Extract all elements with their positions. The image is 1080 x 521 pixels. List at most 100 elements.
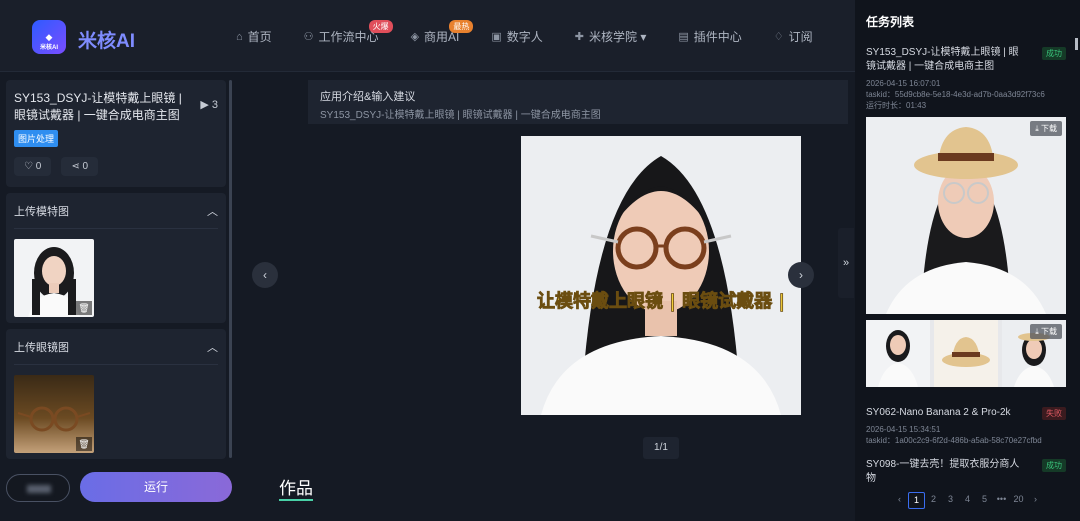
subscribe-icon: ♢ (773, 31, 784, 43)
nav-label: 数字人 (506, 30, 543, 44)
works-tab-underline (279, 499, 313, 501)
result-preview[interactable]: 让模特戴上眼镜 | 眼镜试戴器 | (521, 136, 801, 415)
nav-label: 米核学院 ▾ (589, 30, 647, 44)
app-intro-box: 应用介绍&输入建议 SY153_DSYJ-让模特戴上眼镜 | 眼镜试戴器 | 一… (308, 80, 848, 124)
task-id: taskid：55d9cb8e-5e18-4e3d-ad7b-0aa3d92f7… (866, 90, 1045, 99)
section-header[interactable]: 上传眼镜图 ︿ (14, 339, 218, 365)
preview-pager: 1/1 (643, 437, 679, 459)
hot-badge: 火爆 (368, 20, 393, 33)
download-icon: ⤓ (1035, 124, 1039, 133)
left-panel-scrollbar[interactable] (229, 80, 232, 458)
social-actions: ♡ 0 ⋖ 0 (14, 157, 218, 176)
logo-mark-icon: ◆ (45, 31, 53, 42)
academy-icon: ✚ (574, 31, 585, 43)
result-photo-hat (866, 117, 1066, 314)
top-bar: ◆ 米核AI 米核AI ⌂ 首页 ⚇ 工作流中心 火爆 ◈ 商用AI 最热 ▣ 数字人 ✚ 米… (0, 0, 855, 72)
glasses-upload-section: 上传眼镜图 ︿ 🗑 (6, 329, 226, 459)
run-count[interactable]: ▶ 3 (200, 98, 218, 111)
nav-commercial-ai[interactable]: ◈ 商用AI 最热 (410, 20, 474, 45)
chevron-up-icon: ︿ (207, 206, 218, 218)
workflow-title: SY153_DSYJ-让模特戴上眼镜 | 眼镜试戴器 | 一键合成电商主图 (14, 91, 182, 122)
main-nav: ⌂ 首页 ⚇ 工作流中心 火爆 ◈ 商用AI 最热 ▣ 数字人 ✚ 米核学院 ▾ ▤ 插件中心 … (236, 20, 845, 45)
nav-academy[interactable]: ✚ 米核学院 ▾ (575, 28, 647, 45)
delete-icon[interactable]: 🗑 (76, 437, 92, 451)
like-button[interactable]: ♡ 0 (14, 157, 52, 176)
intro-heading: 应用介绍&输入建议 (320, 91, 416, 103)
share-count: 0 (82, 161, 89, 172)
category-tag[interactable]: 图片处理 (14, 130, 59, 147)
run-count-value: 3 (211, 99, 218, 111)
task-result-strip[interactable]: ⤓ 下载 (866, 320, 1066, 387)
download-icon: ⤓ (1035, 327, 1039, 336)
section-title: 上传眼镜图 (14, 342, 69, 354)
logo-subtext: 米核AI (39, 45, 58, 51)
status-badge: 失败 (1042, 407, 1066, 420)
task-time: 2026-04-15 15:34:51 (866, 425, 941, 434)
page-next-icon[interactable]: › (1027, 492, 1044, 509)
chevron-up-icon: ︿ (207, 342, 218, 354)
commercial-icon: ◈ (410, 31, 420, 43)
task-item[interactable]: SY098-一键去壳！提取衣服分商人物 成功 (866, 458, 1066, 486)
preview-photo: 让模特戴上眼镜 | 眼镜试戴器 | (521, 136, 801, 415)
status-badge: 成功 (1042, 459, 1066, 472)
task-pagination: ‹ 1 2 3 4 5 ••• 20 › (891, 492, 1044, 509)
status-badge: 成功 (1042, 47, 1066, 60)
task-id: taskid：1a00c2c9-6f2d-486b-a5ab-58c70e27c… (866, 436, 1042, 445)
task-list-panel: 任务列表 SY153_DSYJ-让模特戴上眼镜 | 眼镜试戴器 | 一键合成电商… (855, 0, 1080, 521)
nav-digital-human[interactable]: ▣ 数字人 (491, 28, 542, 45)
workflow-header-card: SY153_DSYJ-让模特戴上眼镜 | 眼镜试戴器 | 一键合成电商主图 ▶ … (6, 80, 226, 187)
page-4[interactable]: 4 (959, 492, 976, 509)
workflow-icon: ⚇ (303, 31, 314, 43)
task-name: SY062-Nano Banana 2 & Pro-2k (866, 407, 1011, 418)
page-5[interactable]: 5 (976, 492, 993, 509)
task-result-image[interactable]: ⤓ 下载 (866, 117, 1066, 314)
delete-icon[interactable]: 🗑 (76, 301, 92, 315)
section-title: 上传模特图 (14, 206, 69, 218)
section-header[interactable]: 上传模特图 ︿ (14, 203, 218, 229)
page-ellipsis[interactable]: ••• (993, 492, 1010, 509)
task-name: SY098-一键去壳！提取衣服分商人物 (866, 459, 1020, 484)
task-time: 2026-04-15 16:07:01 (866, 79, 941, 88)
task-list-scrollbar[interactable] (1075, 38, 1078, 50)
task-name: SY153_DSYJ-让模特戴上眼镜 | 眼镜试戴器 | 一键合成电商主图 (866, 47, 1019, 72)
download-label: 下载 (1041, 327, 1057, 336)
works-tab[interactable]: 作品 (279, 474, 313, 499)
share-icon: ⋖ (71, 161, 80, 172)
page-20[interactable]: 20 (1010, 492, 1027, 509)
play-icon: ▶ (200, 99, 209, 111)
nav-workflow-center[interactable]: ⚇ 工作流中心 火爆 (303, 20, 393, 45)
app-logo[interactable]: ◆ 米核AI (32, 20, 66, 54)
account-pill-button[interactable] (6, 474, 70, 502)
brand-name[interactable]: 米核AI (78, 26, 135, 53)
nav-home[interactable]: ⌂ 首页 (236, 28, 272, 45)
prev-arrow-icon[interactable]: ‹ (252, 262, 278, 288)
download-button[interactable]: ⤓ 下载 (1030, 324, 1062, 339)
page-3[interactable]: 3 (942, 492, 959, 509)
preview-overlay-text: 让模特戴上眼镜 | 眼镜试戴器 | (537, 290, 785, 312)
nav-subscribe[interactable]: ♢ 订阅 (774, 28, 813, 45)
download-button[interactable]: ⤓ 下载 (1030, 121, 1062, 136)
home-icon: ⌂ (236, 30, 243, 43)
next-arrow-icon[interactable]: › (788, 262, 814, 288)
nav-plugin-center[interactable]: ▤ 插件中心 (678, 28, 741, 45)
nav-label: 订阅 (788, 30, 813, 44)
glasses-image-thumb[interactable]: 🗑 (14, 375, 94, 453)
nav-label: 首页 (247, 30, 272, 44)
workflow-panel: SY153_DSYJ-让模特戴上眼镜 | 眼镜试戴器 | 一键合成电商主图 ▶ … (6, 80, 226, 461)
like-count: 0 (35, 161, 42, 172)
plugin-icon: ▤ (678, 31, 689, 43)
collapse-panel-icon[interactable]: » (838, 228, 854, 298)
task-list-title: 任务列表 (866, 15, 915, 29)
share-button[interactable]: ⋖ 0 (61, 157, 99, 176)
page-2[interactable]: 2 (925, 492, 942, 509)
task-item[interactable]: SY062-Nano Banana 2 & Pro-2k 失败 2026-04-… (866, 406, 1066, 446)
page-prev-icon[interactable]: ‹ (891, 492, 908, 509)
task-item[interactable]: SY153_DSYJ-让模特戴上眼镜 | 眼镜试戴器 | 一键合成电商主图 成功… (866, 46, 1066, 111)
model-image-thumb[interactable]: 🗑 (14, 239, 94, 317)
page-1[interactable]: 1 (908, 492, 925, 509)
model-upload-section: 上传模特图 ︿ 🗑 (6, 193, 226, 323)
intro-description: SY153_DSYJ-让模特戴上眼镜 | 眼镜试戴器 | 一键合成电商主图 (320, 110, 601, 121)
run-button[interactable]: 运行 (80, 472, 232, 502)
download-label: 下载 (1041, 124, 1057, 133)
blurred-text (27, 485, 51, 493)
